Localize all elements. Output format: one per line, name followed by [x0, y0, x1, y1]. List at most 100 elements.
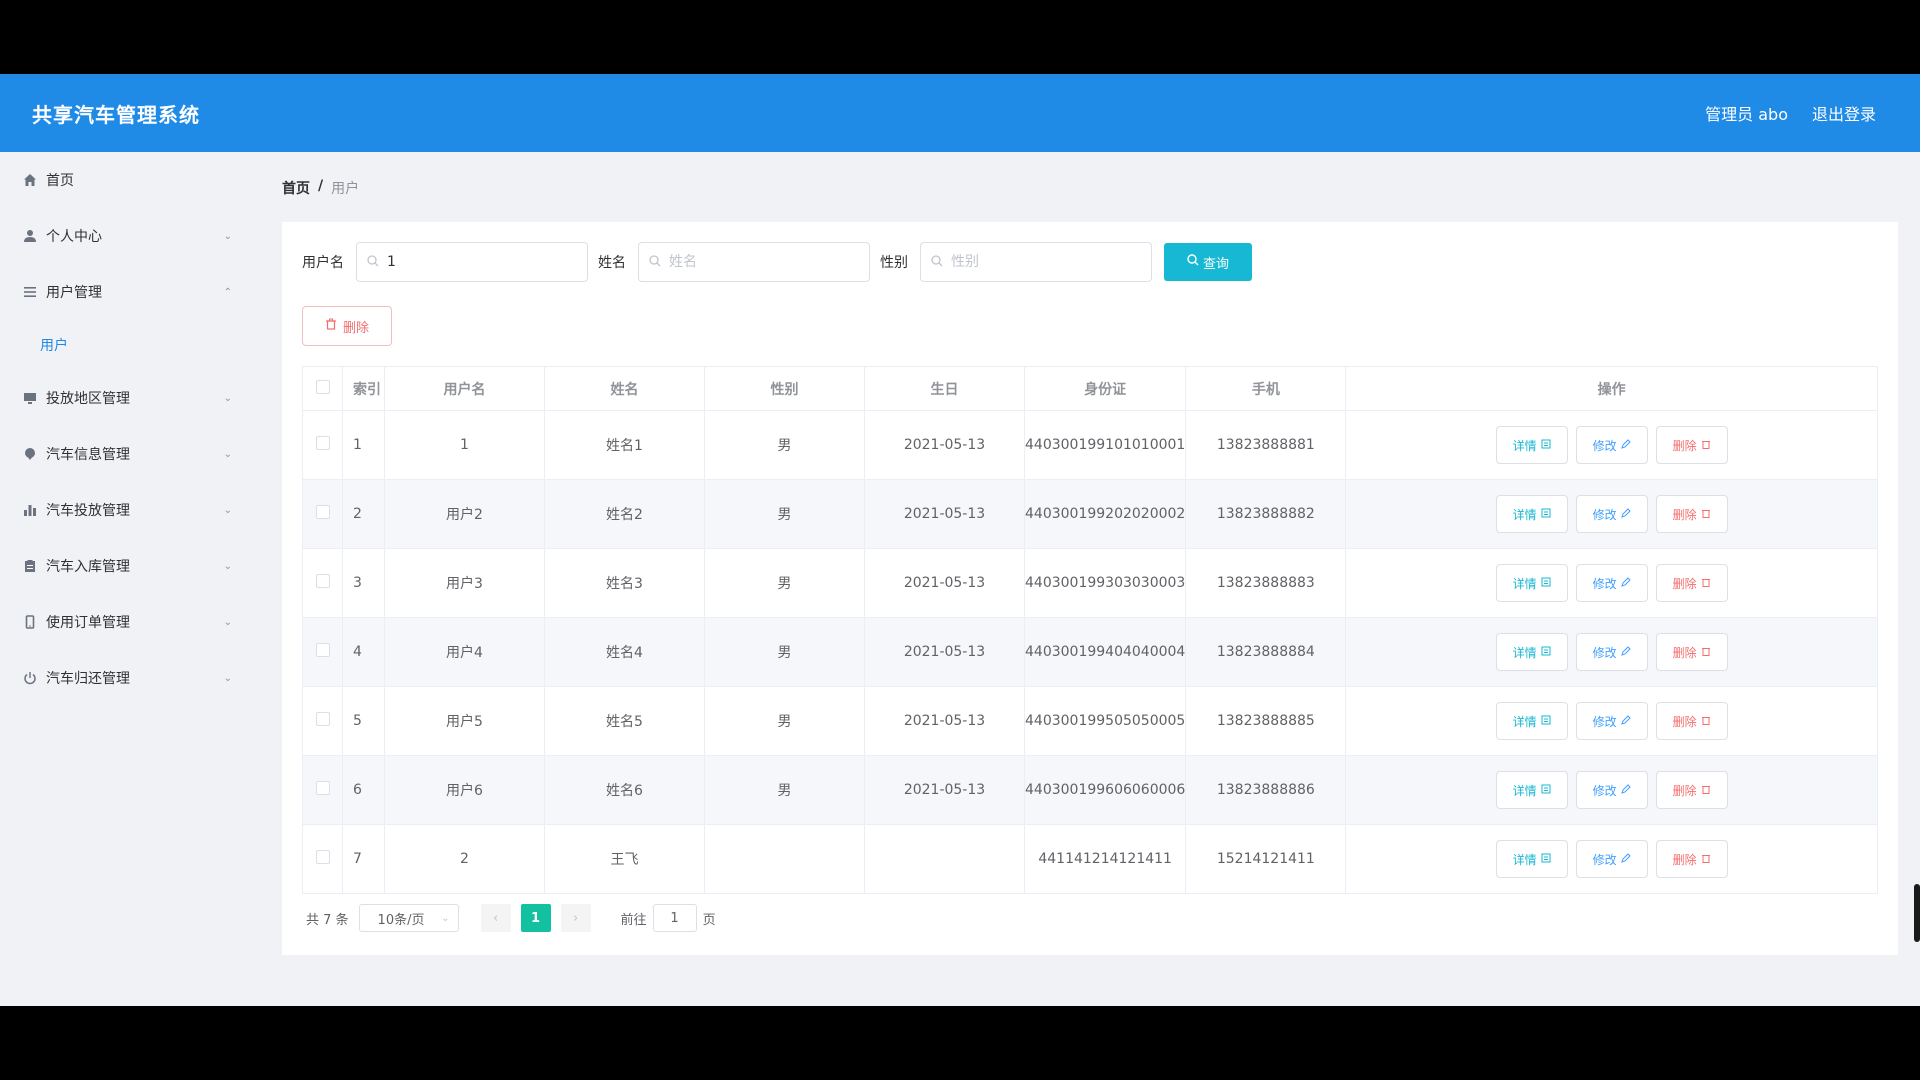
sidebar-item-user-management[interactable]: 用户管理 ⌃	[0, 264, 256, 320]
cell-username: 用户4	[384, 617, 545, 687]
delete-button[interactable]: 删除	[1655, 633, 1728, 671]
delete-label: 删除	[1672, 576, 1697, 591]
prev-page-button[interactable]: ‹	[480, 904, 511, 932]
cell-index: 2	[342, 479, 385, 549]
row-checkbox[interactable]	[315, 781, 330, 795]
chevron-down-icon: ⌄	[223, 230, 232, 242]
cell-username: 用户6	[384, 755, 545, 825]
sidebar-item-car-info[interactable]: 汽车信息管理 ⌄	[0, 426, 256, 482]
row-checkbox[interactable]	[315, 505, 330, 519]
batch-delete-button[interactable]: 删除	[302, 306, 392, 346]
sidebar-item-label: 汽车信息管理	[46, 447, 130, 463]
detail-button[interactable]: 详情	[1495, 633, 1568, 671]
detail-button[interactable]: 详情	[1495, 564, 1568, 602]
delete-button[interactable]: 删除	[1655, 840, 1728, 878]
delete-button[interactable]: 删除	[1655, 771, 1728, 809]
detail-button[interactable]: 详情	[1495, 495, 1568, 533]
page-scrollbar[interactable]	[1914, 884, 1920, 942]
logout-link[interactable]: 退出登录	[1812, 101, 1876, 125]
header-actions: 管理员 abo 退出登录	[1705, 101, 1876, 125]
detail-button[interactable]: 详情	[1495, 840, 1568, 878]
name-input[interactable]	[669, 254, 849, 270]
table-row[interactable]: 1 1 姓名1 男 2021-05-13 440300199101010001 138238…	[302, 410, 1878, 480]
phone-icon	[22, 614, 38, 630]
detail-label: 详情	[1512, 852, 1537, 867]
sidebar-item-car-storage[interactable]: 汽车入库管理 ⌄	[0, 538, 256, 594]
cell-name: 姓名6	[544, 755, 705, 825]
edit-label: 修改	[1592, 714, 1617, 729]
table-row[interactable]: 3 用户3 姓名3 男 2021-05-13 440300199303030003 1382…	[302, 548, 1878, 618]
row-select-cell	[302, 548, 343, 618]
edit-label: 修改	[1592, 645, 1617, 660]
row-checkbox[interactable]	[315, 436, 330, 450]
clipboard-icon	[22, 558, 38, 574]
username-input[interactable]	[387, 254, 567, 270]
table-row[interactable]: 5 用户5 姓名5 男 2021-05-13 440300199505050005 1382…	[302, 686, 1878, 756]
goto-page-input[interactable]: 1	[652, 904, 697, 932]
table-row[interactable]: 7 2 王飞 441141214121411 15214121411 详情 修改 删除	[302, 824, 1878, 894]
username-field[interactable]	[356, 242, 588, 282]
table-body: 1 1 姓名1 男 2021-05-13 440300199101010001 138238…	[302, 410, 1878, 894]
detail-label: 详情	[1512, 783, 1537, 798]
cell-name: 王飞	[544, 824, 705, 894]
delete-label: 删除	[1672, 438, 1697, 453]
sidebar-item-label: 使用订单管理	[46, 615, 130, 631]
search-form: 用户名 姓名 性别	[302, 242, 1252, 282]
delete-button[interactable]: 删除	[1655, 564, 1728, 602]
row-checkbox[interactable]	[315, 643, 330, 657]
query-button[interactable]: 查询	[1164, 243, 1252, 281]
sidebar-item-region[interactable]: 投放地区管理 ⌄	[0, 370, 256, 426]
current-user[interactable]: 管理员 abo	[1705, 101, 1788, 125]
detail-button[interactable]: 详情	[1495, 771, 1568, 809]
sidebar-item-label: 汽车归还管理	[46, 671, 130, 687]
page-size-select[interactable]: 10条/页 ⌄	[358, 904, 459, 932]
row-checkbox[interactable]	[315, 850, 330, 864]
edit-button[interactable]: 修改	[1575, 771, 1648, 809]
total-count: 共 7 条	[306, 912, 349, 928]
chevron-left-icon: ‹	[492, 910, 499, 926]
delete-button[interactable]: 删除	[1655, 426, 1728, 464]
row-checkbox[interactable]	[315, 712, 330, 726]
table-row[interactable]: 4 用户4 姓名4 男 2021-05-13 440300199404040004 1382…	[302, 617, 1878, 687]
edit-button[interactable]: 修改	[1575, 426, 1648, 464]
detail-button[interactable]: 详情	[1495, 426, 1568, 464]
cell-gender: 男	[704, 479, 865, 549]
gender-field[interactable]	[920, 242, 1152, 282]
chevron-down-icon: ⌄	[223, 672, 232, 684]
cell-actions: 详情 修改 删除	[1345, 686, 1878, 756]
sidebar-item-orders[interactable]: 使用订单管理 ⌄	[0, 594, 256, 650]
table-row[interactable]: 2 用户2 姓名2 男 2021-05-13 440300199202020002 1382…	[302, 479, 1878, 549]
edit-button[interactable]: 修改	[1575, 633, 1648, 671]
sidebar-item-car-deploy[interactable]: 汽车投放管理 ⌄	[0, 482, 256, 538]
edit-button[interactable]: 修改	[1575, 564, 1648, 602]
edit-button[interactable]: 修改	[1575, 702, 1648, 740]
breadcrumb-home[interactable]: 首页	[282, 178, 310, 198]
sidebar-item-car-return[interactable]: 汽车归还管理 ⌄	[0, 650, 256, 706]
batch-delete-label: 删除	[342, 320, 369, 336]
row-checkbox[interactable]	[315, 574, 330, 588]
detail-button[interactable]: 详情	[1495, 702, 1568, 740]
delete-button[interactable]: 删除	[1655, 702, 1728, 740]
table-row[interactable]: 6 用户6 姓名6 男 2021-05-13 440300199606060006 1382…	[302, 755, 1878, 825]
sidebar-item-profile[interactable]: 个人中心 ⌄	[0, 208, 256, 264]
cell-phone: 13823888885	[1185, 686, 1347, 756]
edit-button[interactable]: 修改	[1575, 840, 1648, 878]
sidebar-item-home[interactable]: 首页	[0, 152, 256, 208]
detail-label: 详情	[1512, 576, 1537, 591]
name-field[interactable]	[638, 242, 870, 282]
cell-name: 姓名2	[544, 479, 705, 549]
next-page-button[interactable]: ›	[560, 904, 591, 932]
select-all-checkbox[interactable]	[315, 379, 330, 394]
page-number-active[interactable]: 1	[520, 904, 551, 932]
row-select-cell	[302, 479, 343, 549]
gender-input[interactable]	[951, 254, 1131, 270]
delete-button[interactable]: 删除	[1655, 495, 1728, 533]
breadcrumb: 首页 / 用户	[282, 178, 359, 198]
edit-button[interactable]: 修改	[1575, 495, 1648, 533]
chevron-down-icon: ⌄	[223, 448, 232, 460]
cell-id-card: 440300199505050005	[1023, 686, 1187, 756]
trash-icon	[1701, 783, 1711, 797]
row-select-cell	[302, 686, 343, 756]
sidebar-subitem-users[interactable]: 用户	[0, 320, 256, 370]
cell-phone: 13823888886	[1185, 755, 1347, 825]
